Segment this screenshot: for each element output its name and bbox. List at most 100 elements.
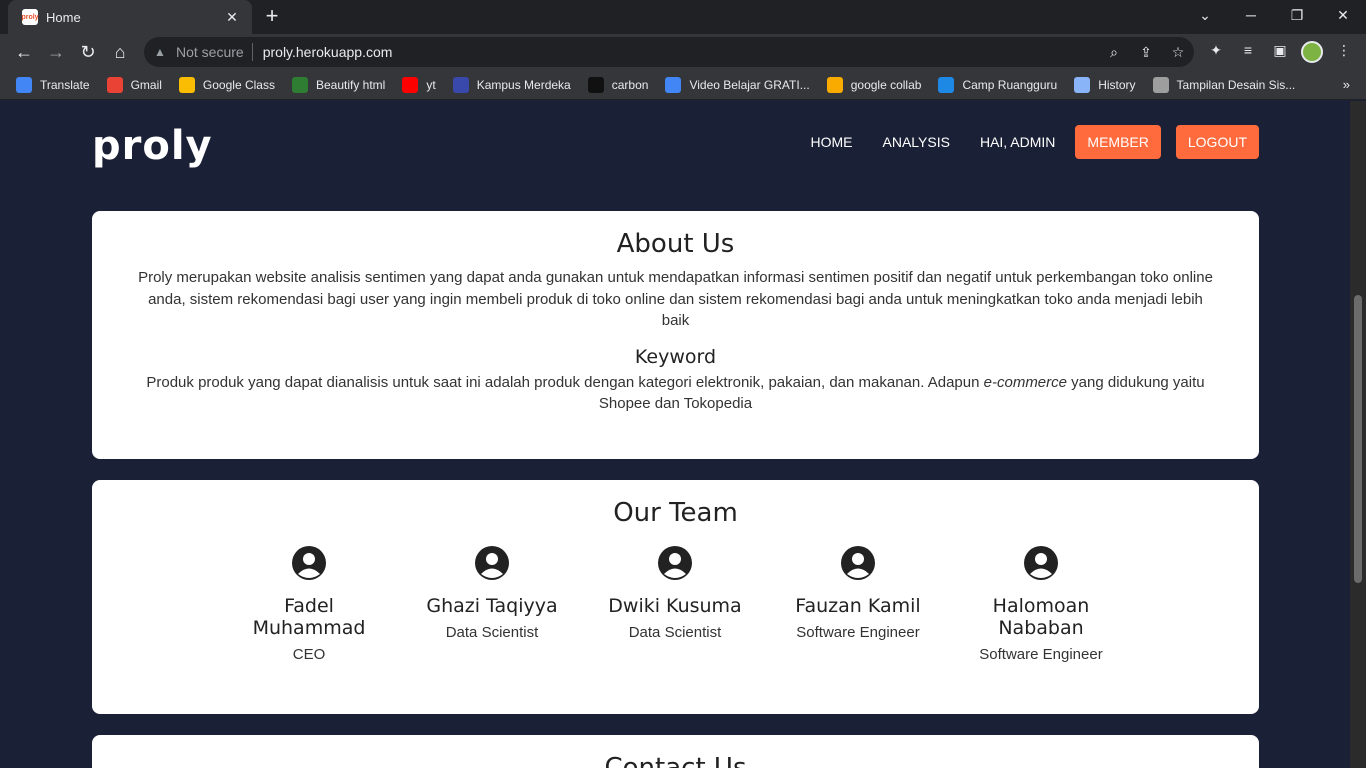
user-avatar-icon [475, 546, 509, 580]
keyword-text: Produk produk yang dapat dianalisis untu… [136, 372, 1216, 415]
restore-window-button[interactable]: ❐ [1277, 4, 1317, 26]
bookmark-star-icon[interactable]: ☆ [1162, 44, 1194, 61]
bookmark-label: Google Class [202, 77, 275, 92]
team-member-role: Software Engineer [796, 624, 920, 641]
bookmark-favicon-icon [587, 76, 604, 93]
menu-kebab-icon[interactable]: ⋮ [1333, 42, 1355, 62]
keyword-text-emphasis: e-commerce [983, 373, 1067, 391]
team-member-role: CEO [292, 646, 326, 663]
logout-button[interactable]: LOGOUT [1175, 125, 1259, 159]
team-member-role: Software Engineer [979, 646, 1103, 663]
bookmark-item[interactable]: google collab [826, 76, 922, 93]
bookmark-label: Gmail [130, 77, 162, 92]
bookmark-label: Tampilan Desain Sis... [1176, 77, 1296, 92]
team-member-name: Dwiki Kusuma [608, 595, 742, 617]
zoom-icon[interactable]: ⌕ [1098, 44, 1130, 61]
bookmark-favicon-icon [1074, 76, 1091, 93]
bookmark-item[interactable]: Beautify html [291, 76, 385, 93]
team-member-role: Data Scientist [445, 624, 539, 641]
user-avatar-icon [658, 546, 692, 580]
home-icon[interactable]: ⌂ [108, 40, 132, 64]
bookmark-favicon-icon [291, 76, 308, 93]
user-avatar-icon [292, 546, 326, 580]
reload-icon[interactable]: ↻ [76, 40, 100, 64]
site-header: proly HOME ANALYSIS HAI, ADMIN MEMBER LO… [92, 101, 1259, 185]
browser-toolbar: ← → ↻ ⌂ ▲ Not secure proly.herokuapp.com… [0, 34, 1366, 70]
keyword-text-part1: Produk produk yang dapat dianalisis untu… [146, 373, 980, 391]
tab-title: Home [46, 9, 81, 25]
close-window-button[interactable]: ✕ [1323, 4, 1363, 26]
team-member-role: Data Scientist [628, 624, 722, 641]
about-us-card: About Us Proly merupakan website analisi… [92, 211, 1259, 459]
bookmark-label: History [1098, 77, 1136, 92]
address-divider [251, 43, 253, 61]
bookmark-label: Translate [40, 77, 90, 92]
tab-search-icon[interactable]: ⌄ [1185, 4, 1225, 26]
page-viewport: proly HOME ANALYSIS HAI, ADMIN MEMBER LO… [0, 101, 1350, 768]
bookmark-item[interactable]: Kampus Merdeka [452, 76, 571, 93]
bookmark-item[interactable]: carbon [587, 76, 649, 93]
bookmark-label: yt [426, 77, 436, 92]
bookmark-favicon-icon [665, 76, 682, 93]
team-member-card: Fadel Muhammad CEO [229, 546, 389, 663]
warning-icon[interactable]: ▲ [154, 45, 168, 59]
side-panel-icon[interactable]: ▣ [1269, 42, 1291, 62]
bookmarks-bar: Translate Gmail Google Class Beautify html y… [0, 70, 1366, 100]
team-member-name: Fadel Muhammad [252, 595, 366, 639]
bookmark-favicon-icon [402, 76, 419, 93]
bookmark-item[interactable]: Video Belajar GRATI... [665, 76, 810, 93]
close-tab-icon[interactable]: ✕ [222, 9, 242, 26]
profile-avatar[interactable] [1301, 41, 1323, 63]
url-text[interactable]: proly.herokuapp.com [263, 44, 1098, 60]
bookmark-item[interactable]: History [1074, 76, 1136, 93]
team-member-card: Ghazi Taqiyya Data Scientist [412, 546, 572, 641]
browser-tab-home[interactable]: proly Home ✕ [8, 0, 252, 34]
about-us-text: Proly merupakan website analisis sentime… [138, 269, 1213, 329]
scrollbar-thumb[interactable] [1354, 295, 1362, 583]
back-icon[interactable]: ← [12, 40, 36, 64]
bookmark-item[interactable]: Translate [16, 76, 90, 93]
keyword-title: Keyword [634, 345, 717, 368]
bookmark-label: google collab [850, 77, 922, 92]
bookmark-item[interactable]: Gmail [106, 76, 162, 93]
user-avatar-icon [1024, 546, 1058, 580]
nav-greeting-link[interactable]: HAI, ADMIN [980, 134, 1055, 150]
share-icon[interactable]: ⇪ [1130, 44, 1162, 61]
page-scrollbar[interactable] [1350, 101, 1366, 768]
browser-tab-bar: proly Home ✕ + ⌄ ─ ❐ ✕ [0, 0, 1366, 34]
bookmark-item[interactable]: Camp Ruangguru [938, 76, 1057, 93]
about-us-title: About Us [616, 229, 735, 259]
nav-home-link[interactable]: HOME [811, 134, 853, 150]
main-nav: HOME ANALYSIS HAI, ADMIN MEMBER LOGOUT [781, 125, 1259, 159]
our-team-card: Our Team Fadel Muhammad CEO Ghazi Taqiyya D… [92, 480, 1259, 714]
team-member-name: Halomoan Nababan [992, 595, 1090, 639]
nav-analysis-link[interactable]: ANALYSIS [883, 134, 950, 150]
forward-icon[interactable]: → [44, 40, 68, 64]
contact-us-title: Contact Us [604, 753, 747, 768]
proly-favicon-icon: proly [21, 9, 39, 25]
bookmark-item[interactable]: Tampilan Desain Sis... [1152, 76, 1296, 93]
bookmark-favicon-icon [938, 76, 955, 93]
team-member-name: Ghazi Taqiyya [426, 595, 558, 617]
new-tab-button[interactable]: + [261, 5, 283, 27]
bookmark-favicon-icon [178, 76, 195, 93]
bookmark-item[interactable]: Google Class [178, 76, 275, 93]
team-member-name: Fauzan Kamil [795, 595, 921, 617]
bookmark-label: Kampus Merdeka [476, 77, 571, 92]
team-member-card: Dwiki Kusuma Data Scientist [595, 546, 755, 641]
address-bar[interactable]: ▲ Not secure proly.herokuapp.com ⌕ ⇪ ☆ [144, 37, 1194, 67]
bookmarks-overflow-icon[interactable]: » [1343, 77, 1350, 92]
bookmark-favicon-icon [106, 76, 123, 93]
team-members-row: Fadel Muhammad CEO Ghazi Taqiyya Data Scien… [92, 546, 1259, 686]
extensions-icon[interactable]: ✦ [1205, 42, 1227, 62]
media-control-icon[interactable]: ≡ [1237, 42, 1259, 62]
minimize-window-button[interactable]: ─ [1231, 4, 1271, 26]
proly-logo[interactable]: proly [92, 123, 213, 169]
security-status[interactable]: Not secure [176, 44, 244, 60]
bookmark-item[interactable]: yt [402, 76, 436, 93]
member-button[interactable]: MEMBER [1075, 125, 1161, 159]
bookmark-favicon-icon [1152, 76, 1169, 93]
bookmark-label: carbon [611, 77, 649, 92]
team-member-card: Halomoan Nababan Software Engineer [961, 546, 1121, 663]
bookmark-favicon-icon [16, 76, 32, 93]
